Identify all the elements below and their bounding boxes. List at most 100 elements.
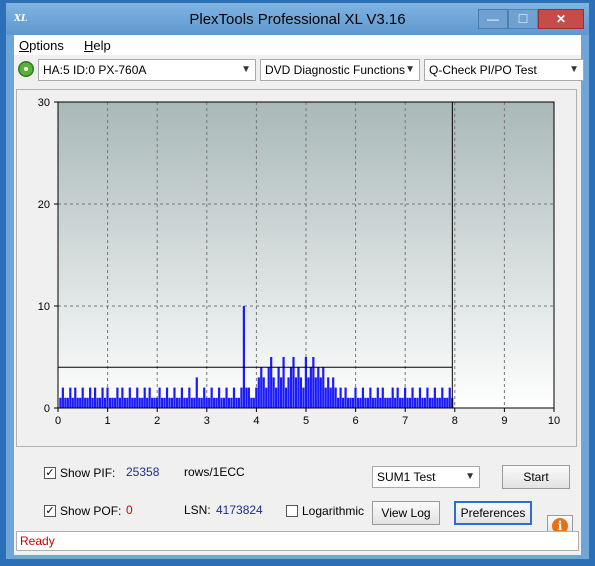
chart-bar: [222, 397, 226, 408]
chart-bar: [76, 397, 79, 408]
x-tick-label: 10: [548, 415, 560, 427]
chart-bar: [247, 387, 250, 408]
maximize-button[interactable]: ☐: [508, 9, 538, 29]
chart-bar: [356, 397, 360, 408]
chart-bar: [297, 367, 300, 408]
menu-options-mnemonic: O: [19, 38, 30, 53]
chart-bar: [156, 397, 159, 408]
chart-bar: [312, 357, 315, 408]
chart-bar: [64, 397, 67, 408]
chart-bar: [401, 397, 404, 408]
chart-bar: [98, 397, 102, 408]
menu-options[interactable]: Options: [19, 38, 64, 53]
chart-bar: [103, 397, 107, 408]
chart-bar: [284, 387, 288, 408]
minimize-button[interactable]: —: [478, 9, 508, 29]
chart-bar: [319, 377, 322, 408]
chart-bar: [446, 397, 449, 408]
chart-bar: [213, 397, 216, 408]
chart-bar: [108, 397, 112, 408]
chart-bar: [111, 397, 114, 408]
chart-bar: [116, 387, 119, 408]
chart-bar: [275, 387, 278, 408]
menu-bar: Options Help: [14, 35, 581, 55]
x-tick-label: 8: [452, 415, 458, 427]
preferences-button[interactable]: Preferences: [454, 501, 532, 525]
title-bar[interactable]: XL PlexTools Professional XL V3.16 — ☐ ✕: [6, 3, 589, 35]
sum-test-select[interactable]: SUM1 Test ▼: [372, 466, 480, 488]
chart-bar: [123, 397, 126, 408]
chart-bar: [391, 387, 394, 408]
chevron-down-icon: ▼: [465, 471, 475, 482]
y-tick-label: 0: [44, 403, 50, 415]
chart-bar: [121, 387, 124, 408]
client-area: Options Help HA:5 ID:0 PX-760A ▼ DVD Dia…: [14, 35, 584, 555]
chart-bar: [59, 397, 62, 408]
chart-bar: [255, 387, 258, 408]
chart-bar: [200, 397, 203, 408]
chart-bar: [151, 397, 154, 408]
chart-bar: [304, 357, 307, 408]
chart-bar: [81, 387, 84, 408]
chart-bar: [126, 397, 129, 408]
chart-bar: [138, 397, 141, 408]
toolbar: HA:5 ID:0 PX-760A ▼ DVD Diagnostic Funct…: [14, 55, 584, 83]
chart-bar: [423, 397, 427, 408]
chart-bar: [225, 387, 228, 408]
function-select[interactable]: DVD Diagnostic Functions ▼: [260, 59, 420, 81]
chart-bar: [91, 397, 94, 408]
chart-bar: [84, 397, 87, 408]
chart-bar: [153, 397, 156, 408]
chart-bar: [349, 397, 352, 408]
chart-bar: [180, 387, 183, 408]
chart-bar: [74, 387, 77, 408]
chart-bar: [133, 397, 136, 408]
chart-bar: [309, 367, 312, 408]
chart-bar: [441, 387, 444, 408]
chart-bar: [406, 397, 409, 408]
chart-bar: [428, 397, 431, 408]
app-window: XL PlexTools Professional XL V3.16 — ☐ ✕…: [5, 2, 590, 560]
chart-bar: [351, 397, 355, 408]
chart-bar: [118, 397, 121, 408]
chart-bar: [421, 397, 424, 408]
chart-bar: [106, 387, 109, 408]
chart-bar: [262, 377, 265, 408]
chart-bar: [175, 397, 179, 408]
show-pof-checkbox[interactable]: ✓: [44, 505, 56, 517]
chart-bar: [265, 387, 268, 408]
chart-bar: [361, 387, 365, 408]
menu-help[interactable]: Help: [84, 38, 111, 53]
chart-bar: [408, 397, 412, 408]
chart-bar: [79, 397, 82, 408]
chart-bar: [337, 397, 340, 408]
close-button[interactable]: ✕: [538, 9, 584, 29]
chart-bar: [195, 377, 198, 408]
chart-bar: [334, 387, 337, 408]
x-tick-label: 5: [303, 415, 309, 427]
chart-bar: [270, 357, 273, 408]
chart-bar: [299, 377, 303, 408]
chart-bar: [210, 387, 213, 408]
chart-bar: [376, 387, 379, 408]
chart-bar: [148, 387, 151, 408]
chart-bar: [232, 387, 236, 408]
test-select-value: Q-Check PI/PO Test: [429, 63, 537, 77]
chart-bar: [163, 397, 166, 408]
chart-bar: [332, 377, 335, 408]
status-text: Ready: [20, 534, 55, 548]
x-tick-label: 7: [402, 415, 408, 427]
chart-bar: [96, 397, 99, 408]
chart-bar: [69, 387, 72, 408]
chart-bar: [242, 306, 245, 408]
chart-bar: [66, 397, 69, 408]
logarithmic-checkbox[interactable]: [286, 505, 298, 517]
view-log-button[interactable]: View Log: [372, 501, 440, 525]
start-button[interactable]: Start: [502, 465, 570, 489]
drive-select[interactable]: HA:5 ID:0 PX-760A ▼: [38, 59, 256, 81]
show-pif-checkbox[interactable]: ✓: [44, 467, 56, 479]
sum-test-value: SUM1 Test: [377, 470, 436, 484]
test-select[interactable]: Q-Check PI/PO Test ▼: [424, 59, 584, 81]
chart-bar: [250, 397, 253, 408]
drive-select-value: HA:5 ID:0 PX-760A: [43, 63, 147, 77]
